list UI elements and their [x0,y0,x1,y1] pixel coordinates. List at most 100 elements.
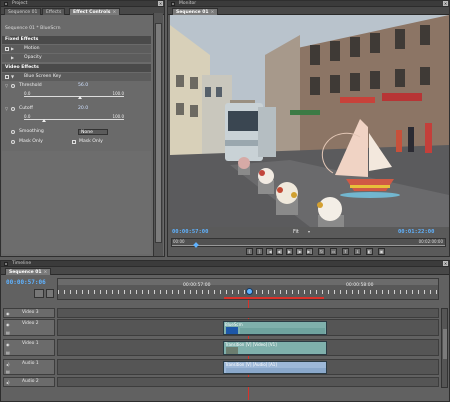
close-icon[interactable]: × [443,261,448,266]
track-label: Video 1 [22,341,39,346]
track-header-audio-1[interactable]: ◂) Audio 1 ▤ [3,359,55,375]
tab-sequence-01-timeline[interactable]: Sequence 01 × [5,268,52,275]
monitor-time-ruler[interactable]: 00:00 00:02:00:00 [171,238,446,248]
expand-triangle-icon[interactable]: ▶ [11,54,14,62]
timeline-current-timecode[interactable]: 00:00:57:06 [6,279,46,286]
scrollbar-thumb[interactable] [155,23,162,243]
timeline-ruler[interactable]: 00:00:57:00 00:00:58:00 [57,278,439,300]
collapse-triangle-icon[interactable]: ▼ [11,73,14,81]
zoom-bar[interactable] [58,279,438,285]
track-audio-2[interactable] [57,377,439,387]
cutoff-row: ▽ Cutoff 20.0 [2,105,151,113]
go-to-out-icon[interactable]: ▶| [306,248,313,255]
lock-icon[interactable]: ▤ [6,350,10,355]
eye-icon[interactable]: ◉ [6,311,11,316]
safe-margins-icon[interactable]: ▭ [330,248,337,255]
video-preview[interactable] [170,15,449,227]
motion-toggle-checkbox[interactable] [5,47,9,51]
track-label: Audio 2 [22,379,39,384]
effect-controls-scrollbar[interactable] [153,13,163,256]
loop-icon[interactable]: ↻ [318,248,325,255]
snap-icon[interactable] [34,289,44,298]
track-video-1[interactable]: Transition [V] [Video] [V1] [57,339,439,356]
export-frame-icon[interactable]: ▣ [378,248,385,255]
motion-effect-row[interactable]: ▶ Motion [2,45,151,53]
speaker-icon[interactable]: ◂) [6,380,11,385]
window-menu-icon[interactable] [4,2,8,6]
mask-only-checkbox-label: Mask Only [79,139,103,144]
opacity-effect-row[interactable]: ▶ Opacity [2,54,151,62]
expand-triangle-icon[interactable]: ▽ [5,82,8,90]
cutoff-slider[interactable]: 0.0 100.0 [24,114,124,122]
threshold-slider[interactable]: 0.0 100.0 [24,91,124,99]
eye-icon[interactable]: ◉ [6,322,11,327]
track-video-2[interactable]: BlueScrn [57,319,439,336]
tab-sequence-01-monitor[interactable]: Sequence 01 × [172,8,219,15]
mark-in-button[interactable]: { [246,248,253,255]
smoothing-select[interactable]: None [78,129,108,135]
clip-transition-audio[interactable]: Transition [V] [Audio] [A1] [223,361,327,374]
blue-screen-key-toggle-checkbox[interactable] [5,75,9,79]
threshold-slider-knob[interactable] [78,96,82,99]
close-icon[interactable]: × [443,1,448,6]
extract-icon[interactable]: ⇓ [354,248,361,255]
stopwatch-icon[interactable] [11,130,15,134]
lock-icon[interactable]: ▤ [6,330,10,335]
timeline-vertical-scrollbar[interactable] [441,308,448,388]
stopwatch-icon[interactable] [11,107,15,111]
track-header-audio-2[interactable]: ◂) Audio 2 [3,377,55,387]
track-header-video-3[interactable]: ◉ Video 3 [3,308,55,318]
zoom-select[interactable]: Fit [293,229,299,235]
clip-transition-video[interactable]: Transition [V] [Video] [V1] [223,341,327,355]
window-menu-icon[interactable] [4,262,8,266]
lift-icon[interactable]: ⇑ [342,248,349,255]
step-forward-icon[interactable]: |▶ [296,248,303,255]
chevron-down-icon[interactable]: ▾ [308,229,310,234]
clip-thumbnail [226,327,238,334]
playhead-marker[interactable] [193,242,199,248]
stopwatch-icon[interactable] [11,84,15,88]
current-timecode[interactable]: 00:00:57:00 [172,229,208,235]
track-video-3[interactable] [57,308,439,318]
trim-icon[interactable]: ◧ [366,248,373,255]
panel-tab-bar: Sequence 01 Effects Effect Controls × [1,7,164,15]
set-marker-icon[interactable] [46,289,54,298]
tab-effects[interactable]: Effects [42,8,66,15]
tab-effect-controls[interactable]: Effect Controls × [69,8,121,15]
tab-sequence-01[interactable]: Sequence 01 [4,8,42,15]
mark-out-button[interactable]: } [256,248,263,255]
close-icon[interactable]: × [158,1,163,6]
playhead-handle[interactable] [246,288,253,295]
clip-bluescrn[interactable]: BlueScrn [223,321,327,335]
cutoff-slider-track[interactable] [24,119,124,120]
track-header-video-1[interactable]: ◉ Video 1 ▤ [3,339,55,356]
step-back-icon[interactable]: ◀| [276,248,283,255]
ruler-start-label: 00:00 [173,239,185,244]
speaker-icon[interactable]: ◂) [6,362,11,367]
tab-close-icon[interactable]: × [112,10,116,15]
track-audio-1[interactable]: Transition [V] [Audio] [A1] [57,359,439,375]
track-header-video-2[interactable]: ◉ Video 2 ▤ [3,319,55,336]
tab-close-icon[interactable]: × [44,270,48,275]
cutoff-slider-knob[interactable] [42,119,46,122]
blue-screen-key-row[interactable]: ▼ Blue Screen Key [2,73,151,81]
clip-name: Transition [V] [Audio] [A1] [225,362,277,367]
scrollbar-thumb[interactable] [443,329,447,359]
go-to-in-icon[interactable]: |◀ [266,248,273,255]
cutoff-value[interactable]: 20.0 [78,105,88,113]
expand-triangle-icon[interactable]: ▽ [5,105,8,113]
threshold-value[interactable]: 56.0 [78,82,88,90]
work-area-bar[interactable] [224,297,324,299]
window-menu-icon[interactable] [171,2,175,6]
track-label: Video 2 [22,321,39,326]
eye-icon[interactable]: ◉ [6,342,11,347]
threshold-label: Threshold [19,83,42,88]
lock-icon[interactable]: ▤ [6,369,10,374]
threshold-slider-track[interactable] [24,96,124,97]
play-icon[interactable]: ▶ [286,248,293,255]
ruler-end-label: 00:02:00:00 [418,239,443,244]
expand-triangle-icon[interactable]: ▶ [11,45,14,53]
mask-only-checkbox[interactable] [72,140,76,144]
motion-label: Motion [24,46,40,51]
stopwatch-icon[interactable] [11,140,15,144]
